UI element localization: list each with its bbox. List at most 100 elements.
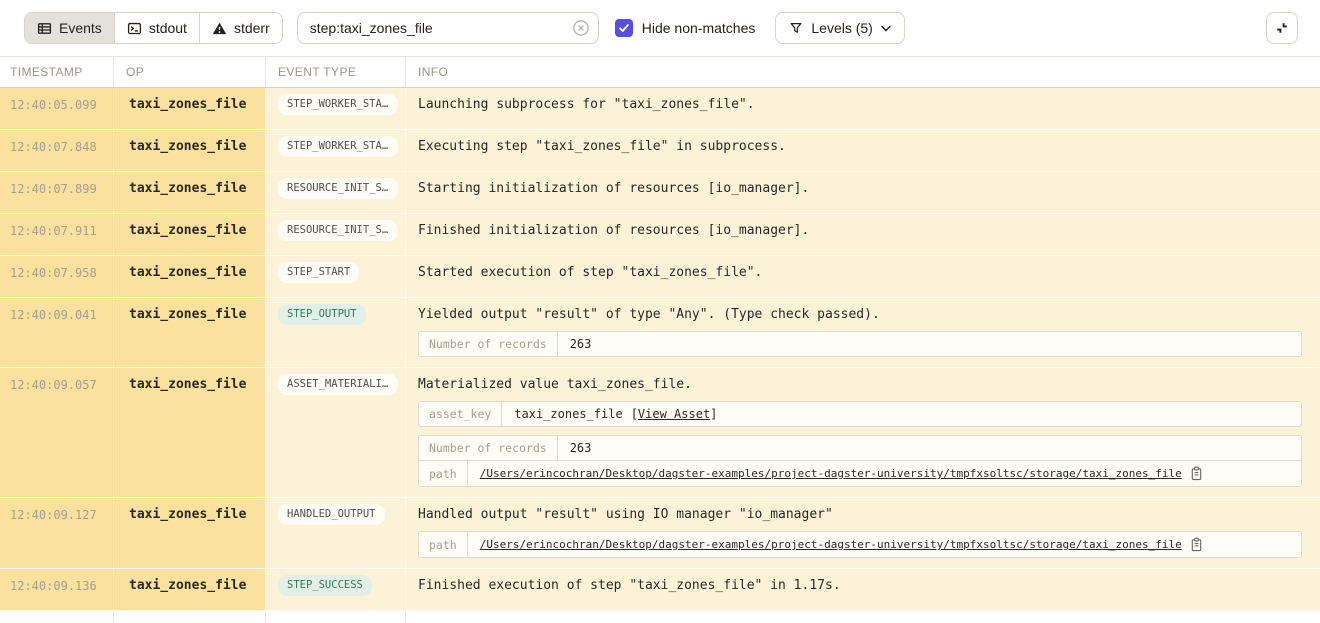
event-type-badge: STEP_WORKER_STARTI… <box>278 94 398 115</box>
checkbox-checked-icon[interactable] <box>615 19 633 37</box>
op-cell: taxi_zones_file <box>113 172 265 213</box>
table-bottom-filler <box>0 611 1320 623</box>
log-message: Finished execution of step "taxi_zones_f… <box>418 578 1308 594</box>
table-row[interactable]: 12:40:09.057taxi_zones_fileASSET_MATERIA… <box>0 368 1320 498</box>
event-log-table: TIMESTAMP OP EVENT TYPE INFO 12:40:05.09… <box>0 56 1320 623</box>
hide-non-matches-toggle[interactable]: Hide non-matches <box>615 19 756 37</box>
event-type-cell: RESOURCE_INIT_STAR… <box>265 172 405 213</box>
view-asset-link-wrapper: [View Asset] <box>631 407 718 421</box>
event-type-badge: RESOURCE_INIT_STAR… <box>278 178 398 199</box>
metadata-row: path/Users/erincochran/Desktop/dagster-e… <box>419 532 1301 557</box>
metadata-row: asset_key taxi_zones_file [View Asset] <box>419 402 1301 426</box>
event-type-cell: ASSET_MATERIALIZAT… <box>265 368 405 497</box>
table-row[interactable]: 12:40:05.099taxi_zones_file STEP_WORKER_S… <box>0 88 1320 130</box>
tab-label: stderr <box>234 20 270 36</box>
table-row[interactable]: 12:40:07.958taxi_zones_fileSTEP_STARTSta… <box>0 256 1320 298</box>
table-row[interactable]: 12:40:09.127taxi_zones_file HANDLED_OUTPU… <box>0 498 1320 569</box>
clear-search-icon[interactable] <box>572 19 590 37</box>
column-header-timestamp[interactable]: TIMESTAMP <box>0 57 113 87</box>
collapse-icon <box>1274 20 1290 36</box>
hide-non-matches-label: Hide non-matches <box>642 20 756 36</box>
metadata-label: path <box>419 461 468 486</box>
timestamp-cell: 12:40:09.136 <box>0 569 113 610</box>
log-toolbar: Events stdout stderr Hide non-matches <box>0 0 1320 56</box>
path-link[interactable]: /Users/erincochran/Desktop/dagster-examp… <box>480 467 1182 480</box>
timestamp-cell: 12:40:07.958 <box>0 256 113 297</box>
log-filter-input[interactable] <box>297 12 599 44</box>
metadata-value-text: taxi_zones_file <box>514 407 622 421</box>
levels-dropdown[interactable]: Levels (5) <box>775 12 904 44</box>
event-type-cell: STEP_WORKER_STARTI… <box>265 88 405 129</box>
op-cell: taxi_zones_file <box>113 368 265 497</box>
info-cell: Finished initialization of resources [io… <box>405 214 1320 255</box>
timestamp-cell: 12:40:09.057 <box>0 368 113 497</box>
tab-stdout[interactable]: stdout <box>115 13 200 43</box>
log-filter <box>297 12 599 44</box>
event-type-badge: ASSET_MATERIALIZAT… <box>278 374 398 395</box>
timestamp-cell: 12:40:09.127 <box>0 498 113 568</box>
timestamp-cell: 12:40:07.911 <box>0 214 113 255</box>
column-header-info[interactable]: INFO <box>405 57 1320 87</box>
log-message: Starting initialization of resources [io… <box>418 181 1308 197</box>
info-cell: Started execution of step "taxi_zones_fi… <box>405 256 1320 297</box>
log-message: Finished initialization of resources [io… <box>418 223 1308 239</box>
metadata-table: Number of records263 <box>418 331 1302 357</box>
event-type-badge: STEP_OUTPUT <box>278 304 366 325</box>
tab-label: Events <box>59 20 102 36</box>
tab-stderr[interactable]: stderr <box>200 13 282 43</box>
table-row[interactable]: 12:40:09.136taxi_zones_fileSTEP_SUCCESSF… <box>0 569 1320 611</box>
log-message: Executing step "taxi_zones_file" in subp… <box>418 139 1308 155</box>
table-row[interactable]: 12:40:07.911taxi_zones_fileRESOURCE_INIT… <box>0 214 1320 256</box>
op-cell: taxi_zones_file <box>113 88 265 129</box>
column-header-event-type[interactable]: EVENT TYPE <box>265 57 405 87</box>
op-cell: taxi_zones_file <box>113 498 265 568</box>
table-row[interactable]: 12:40:07.899taxi_zones_fileRESOURCE_INIT… <box>0 172 1320 214</box>
event-type-badge: STEP_SUCCESS <box>278 575 372 596</box>
metadata-row: path/Users/erincochran/Desktop/dagster-e… <box>419 460 1301 486</box>
info-cell: Starting initialization of resources [io… <box>405 172 1320 213</box>
timestamp-cell: 12:40:07.848 <box>0 130 113 171</box>
log-rows-container: 12:40:05.099taxi_zones_fileSTEP_WORKER_S… <box>0 88 1320 611</box>
chevron-down-icon <box>881 25 891 32</box>
table-row[interactable]: 12:40:07.848taxi_zones_fileSTEP_WORKER_S… <box>0 130 1320 172</box>
column-header-op[interactable]: OP <box>113 57 265 87</box>
event-type-cell: STEP_OUTPUT <box>265 298 405 367</box>
metadata-label: Number of records <box>419 436 558 460</box>
view-tabs: Events stdout stderr <box>24 12 283 44</box>
event-type-cell: STEP_SUCCESS <box>265 569 405 610</box>
log-message: Yielded output "result" of type "Any". (… <box>418 307 1308 323</box>
view-asset-link[interactable]: View Asset <box>638 407 710 421</box>
levels-label: Levels (5) <box>811 20 872 36</box>
metadata-table: Number of records263path/Users/erincochr… <box>418 435 1302 487</box>
filter-icon <box>789 21 803 35</box>
copy-icon[interactable] <box>1190 537 1203 552</box>
copy-icon[interactable] <box>1190 466 1203 481</box>
metadata-value-text: 263 <box>570 337 592 351</box>
metadata-value: /Users/erincochran/Desktop/dagster-examp… <box>468 461 1215 486</box>
info-cell: Handled output "result" using IO manager… <box>405 498 1320 568</box>
tab-label: stdout <box>149 20 187 36</box>
info-cell: Yielded output "result" of type "Any". (… <box>405 298 1320 367</box>
warning-icon <box>212 21 227 36</box>
event-type-cell: HANDLED_OUTPUT <box>265 498 405 568</box>
event-type-badge: RESOURCE_INIT_SUCC… <box>278 220 398 241</box>
info-cell: Executing step "taxi_zones_file" in subp… <box>405 130 1320 171</box>
collapse-panel-button[interactable] <box>1266 12 1298 44</box>
info-cell: Finished execution of step "taxi_zones_f… <box>405 569 1320 610</box>
info-cell: Materialized value taxi_zones_file.asset… <box>405 368 1320 497</box>
metadata-value: /Users/erincochran/Desktop/dagster-examp… <box>468 532 1215 557</box>
metadata-label: asset_key <box>419 402 502 426</box>
metadata-label: path <box>419 532 468 557</box>
log-message: Materialized value taxi_zones_file. <box>418 377 1308 393</box>
path-link[interactable]: /Users/erincochran/Desktop/dagster-examp… <box>480 538 1182 551</box>
event-type-badge: HANDLED_OUTPUT <box>278 504 385 525</box>
table-row[interactable]: 12:40:09.041taxi_zones_fileSTEP_OUTPUTYi… <box>0 298 1320 368</box>
event-type-badge: STEP_WORKER_STARTED <box>278 136 398 157</box>
metadata-row: Number of records263 <box>419 436 1301 460</box>
op-cell: taxi_zones_file <box>113 256 265 297</box>
tab-events[interactable]: Events <box>25 13 115 43</box>
terminal-icon <box>127 21 142 36</box>
event-type-cell: STEP_WORKER_STARTED <box>265 130 405 171</box>
metadata-value: taxi_zones_file [View Asset] <box>502 402 729 426</box>
timestamp-cell: 12:40:05.099 <box>0 88 113 129</box>
